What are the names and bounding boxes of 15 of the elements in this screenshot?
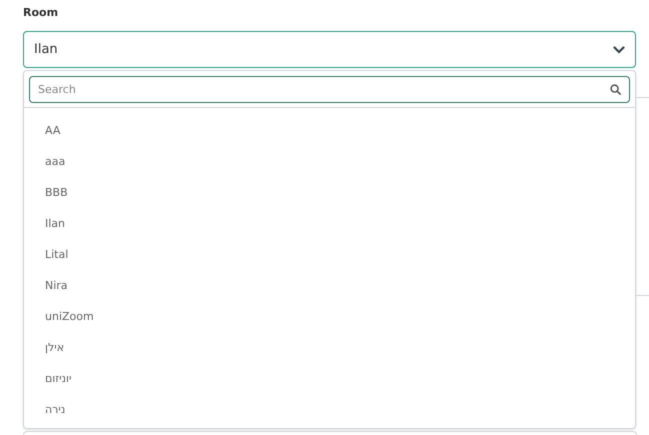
dropdown-option[interactable]: uniZoom [24, 302, 635, 333]
dropdown-option[interactable]: Nira [24, 271, 635, 302]
search-icon [610, 84, 621, 95]
chevron-down-icon [613, 46, 625, 54]
dropdown-option[interactable]: נירה [24, 395, 635, 426]
dropdown-option[interactable]: יוניזום [24, 364, 635, 395]
dropdown-option[interactable]: AA [24, 116, 635, 147]
field-label: Room [23, 5, 58, 21]
room-select[interactable]: Ilan [23, 31, 636, 68]
dropdown-option[interactable]: Lital [24, 240, 635, 271]
dropdown-option[interactable]: aaa [24, 147, 635, 178]
dropdown-option[interactable]: BBB [24, 178, 635, 209]
search-field[interactable]: Search [29, 76, 630, 103]
dropdown-option[interactable]: Ilan [24, 209, 635, 240]
dropdown-option[interactable]: אילן [24, 333, 635, 364]
